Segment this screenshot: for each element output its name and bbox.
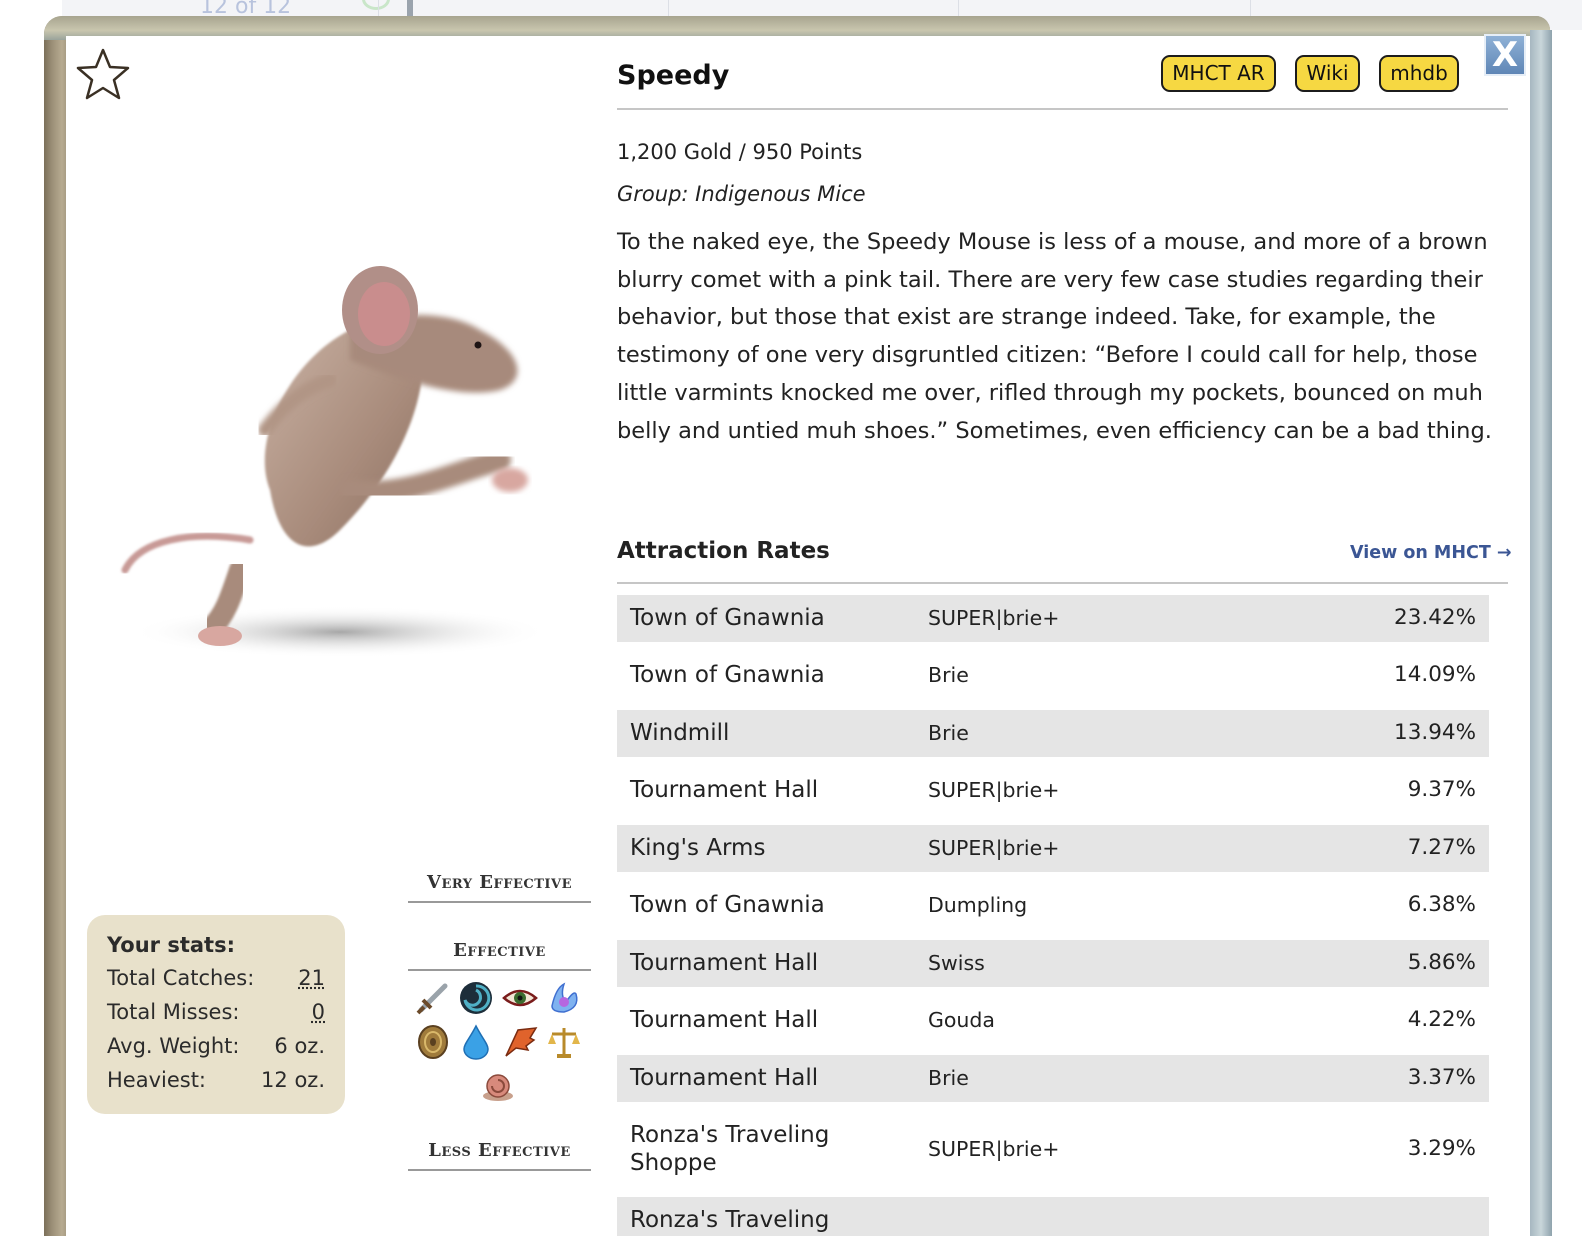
bait-cell: Gouda (928, 1008, 995, 1032)
bait-cell: SUPER|brie+ (928, 606, 1059, 630)
rate-cell: 5.86% (1408, 950, 1476, 975)
close-button[interactable]: X (1484, 34, 1526, 76)
rate-cell: 6.38% (1408, 892, 1476, 917)
bait-cell: SUPER|brie+ (928, 836, 1059, 860)
bait-cell: Swiss (928, 951, 985, 975)
mhdb-button[interactable]: mhdb (1379, 55, 1459, 92)
stats-value-avg-weight: 6 oz. (274, 1034, 325, 1058)
table-row: Town of Gnawnia Dumpling 6.38% (617, 882, 1489, 929)
mouse-price: 1,200 Gold / 950 Points (617, 140, 862, 164)
rate-cell: 14.09% (1394, 662, 1476, 687)
location-cell: Ronza's Traveling Shoppe (630, 1121, 900, 1177)
table-row: Tournament Hall Swiss 5.86% (617, 940, 1489, 987)
table-row: Windmill Brie 13.94% (617, 710, 1489, 757)
stats-row-avg-weight: Avg. Weight: 6 oz. (107, 1029, 325, 1063)
stats-label: Heaviest: (107, 1068, 206, 1092)
mouse-name-title: Speedy (617, 60, 729, 91)
attraction-divider (617, 582, 1508, 584)
mouse-description: To the naked eye, the Speedy Mouse is le… (617, 224, 1497, 450)
table-row: Tournament Hall SUPER|brie+ 9.37% (617, 767, 1489, 814)
attraction-rates-heading: Attraction Rates (617, 538, 830, 564)
arcane-eye-icon[interactable] (502, 980, 538, 1016)
shadow-vortex-icon[interactable] (458, 980, 494, 1016)
stats-value-heaviest: 12 oz. (261, 1068, 325, 1092)
table-row: Town of Gnawnia SUPER|brie+ 23.42% (617, 595, 1489, 642)
table-row: Ronza's Traveling Shoppe SUPER|brie+ 3.2… (617, 1112, 1489, 1187)
very-effective-heading: Very Effective (408, 872, 591, 903)
table-row: Tournament Hall Brie 3.37% (617, 1055, 1489, 1102)
rate-cell: 13.94% (1394, 720, 1476, 745)
hydro-splash-icon[interactable] (546, 980, 582, 1016)
rate-cell: 7.27% (1408, 835, 1476, 860)
law-scales-icon[interactable] (546, 1024, 582, 1060)
rate-cell: 23.42% (1394, 605, 1476, 630)
bait-cell: Dumpling (928, 893, 1027, 917)
stats-value-total-catches[interactable]: 21 (298, 966, 325, 990)
bait-cell: SUPER|brie+ (928, 1137, 1059, 1161)
stats-row-total-catches: Total Catches: 21 (107, 961, 325, 995)
stats-label: Total Catches: (107, 966, 254, 990)
rate-cell: 9.37% (1408, 777, 1476, 802)
speedy-mouse-image (100, 240, 560, 680)
effective-heading: Effective (408, 940, 591, 971)
favorite-star-icon[interactable] (74, 46, 132, 104)
less-effective-heading: Less Effective (408, 1140, 591, 1171)
table-row: Tournament Hall Gouda 4.22% (617, 997, 1489, 1044)
hydro-droplet-icon[interactable] (458, 1024, 494, 1060)
popup-frame-right (1530, 30, 1552, 1236)
view-on-mhct-link[interactable]: View on MHCT → (1350, 543, 1512, 563)
rate-cell: 4.22% (1408, 1007, 1476, 1032)
mouse-group: Group: Indigenous Mice (617, 182, 866, 206)
stats-label: Avg. Weight: (107, 1034, 239, 1058)
dragon-wing-icon[interactable] (502, 1024, 538, 1060)
physical-shield-icon[interactable] (415, 1024, 451, 1060)
background-status-icon (362, 0, 390, 10)
rate-cell: 3.29% (1408, 1136, 1476, 1161)
bait-cell: SUPER|brie+ (928, 778, 1059, 802)
location-cell: Town of Gnawnia (630, 661, 900, 689)
table-row: King's Arms SUPER|brie+ 7.27% (617, 825, 1489, 872)
location-cell: Tournament Hall (630, 776, 900, 804)
location-cell: King's Arms (630, 834, 900, 862)
bait-cell: Brie (928, 1066, 969, 1090)
bait-cell: Brie (928, 663, 969, 687)
location-cell: Ronza's Traveling (630, 1206, 900, 1234)
table-row: Town of Gnawnia Brie 14.09% (617, 652, 1489, 699)
location-cell: Town of Gnawnia (630, 604, 900, 632)
location-cell: Tournament Hall (630, 949, 900, 977)
stats-label: Total Misses: (107, 1000, 240, 1024)
tactical-sword-icon[interactable] (415, 980, 451, 1016)
title-divider (617, 108, 1508, 110)
rift-snail-icon[interactable] (480, 1068, 516, 1104)
location-cell: Tournament Hall (630, 1006, 900, 1034)
stats-value-total-misses[interactable]: 0 (312, 1000, 325, 1024)
rate-cell: 3.37% (1408, 1065, 1476, 1090)
bait-cell: Brie (928, 721, 969, 745)
wiki-button[interactable]: Wiki (1295, 55, 1360, 92)
stats-row-heaviest: Heaviest: 12 oz. (107, 1063, 325, 1097)
location-cell: Windmill (630, 719, 900, 747)
stats-title: Your stats: (107, 933, 325, 957)
location-cell: Tournament Hall (630, 1064, 900, 1092)
table-row: Ronza's Traveling (617, 1197, 1489, 1236)
stats-row-total-misses: Total Misses: 0 (107, 995, 325, 1029)
your-stats-panel: Your stats: Total Catches: 21 Total Miss… (87, 915, 345, 1114)
mhct-ar-button[interactable]: MHCT AR (1161, 55, 1276, 92)
location-cell: Town of Gnawnia (630, 891, 900, 919)
